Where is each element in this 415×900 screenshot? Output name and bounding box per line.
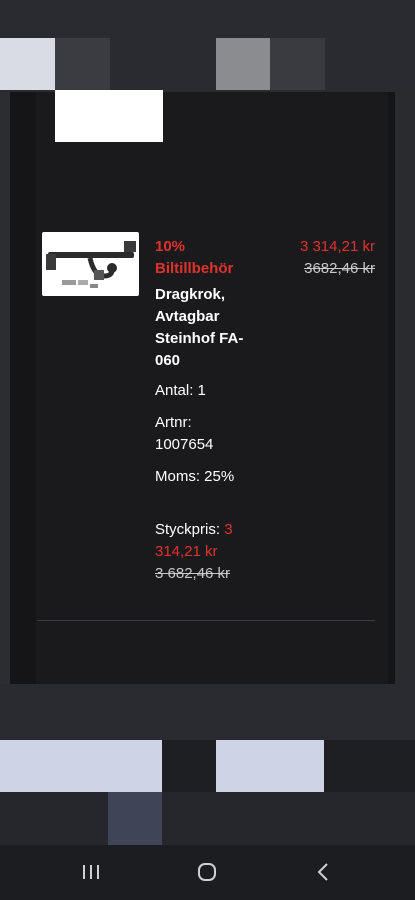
tow-hook-icon	[46, 241, 136, 288]
home-icon	[198, 863, 216, 881]
pixelated-block	[0, 740, 162, 792]
article-label: Artnr:	[155, 414, 192, 431]
home-button[interactable]	[187, 857, 227, 887]
pixelated-block	[216, 38, 270, 90]
pixelated-block	[55, 38, 110, 90]
unit-price-new-part2: 314,21 kr	[155, 543, 218, 560]
back-button[interactable]	[303, 857, 343, 887]
unit-price-label: Styckpris:	[155, 521, 221, 538]
pixelated-block	[108, 792, 162, 845]
quantity: Antal: 1	[155, 382, 206, 399]
product-image[interactable]	[42, 232, 139, 296]
product-details: 10% Biltillbehör Dragkrok, Avtagbar Stei…	[155, 236, 285, 488]
pixelated-block	[270, 38, 325, 90]
article-number: Artnr: 1007654	[155, 412, 285, 456]
recent-apps-button[interactable]	[71, 857, 111, 887]
product-title-line: Steinhof FA-	[155, 330, 244, 347]
unit-price: Styckpris: 3 314,21 kr 3 682,46 kr	[155, 519, 285, 585]
system-nav-bar	[0, 845, 415, 900]
discount-category: Biltillbehör	[155, 260, 234, 277]
unit-price-new-part1: 3	[224, 521, 233, 538]
product-title[interactable]: Dragkrok, Avtagbar Steinhof FA- 060	[155, 284, 285, 372]
top-bar	[0, 0, 415, 92]
pixelated-block	[55, 90, 163, 142]
discount-label: 10% Biltillbehör	[155, 236, 285, 280]
unit-price-old: 3 682,46 kr	[155, 565, 231, 582]
pixelated-block	[216, 740, 324, 792]
product-title-line: Avtagbar	[155, 308, 220, 325]
product-title-line: Dragkrok,	[155, 286, 226, 303]
discount-percent: 10%	[155, 238, 186, 255]
back-icon	[317, 863, 328, 881]
divider	[37, 620, 375, 621]
price-new: 3 314,21 kr	[299, 238, 375, 255]
pixelated-block	[0, 684, 415, 740]
left-edge	[0, 92, 10, 684]
pixelated-block	[0, 792, 415, 845]
product-title-line: 060	[155, 352, 181, 369]
price-block: 3 314,21 kr 3682,46 kr	[300, 236, 375, 280]
pixelated-block	[0, 38, 55, 90]
vat: Moms: 25%	[155, 468, 235, 485]
article-value: 1007654	[155, 436, 214, 453]
right-edge	[395, 92, 415, 684]
price-old: 3682,46 kr	[304, 260, 375, 277]
recent-apps-icon	[83, 865, 99, 879]
